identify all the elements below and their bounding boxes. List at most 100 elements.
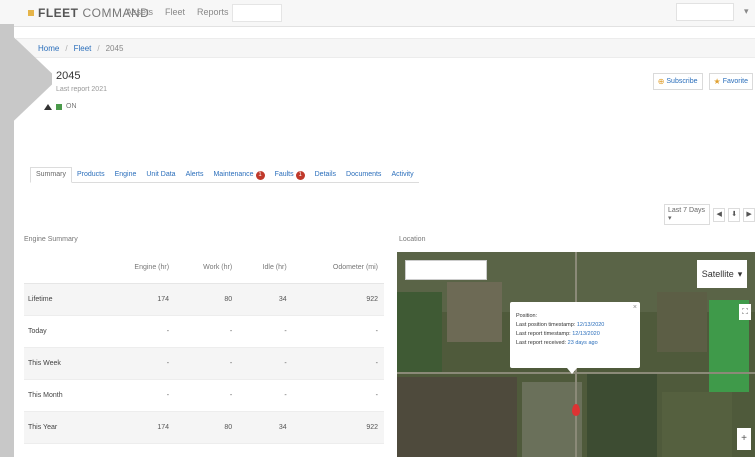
column-header: Idle (hr) <box>238 252 293 284</box>
tab-label: Products <box>76 171 105 178</box>
table-cell: - <box>102 347 176 380</box>
range-select[interactable]: Last 7 Days ▾ <box>664 204 711 225</box>
zoom-in-button[interactable]: + <box>737 428 751 450</box>
engine-summary-table: Engine (hr) Work (hr) Idle (hr) Odometer… <box>24 252 384 444</box>
table-cell: 80 <box>175 411 239 444</box>
table-cell: - <box>175 347 239 380</box>
popup-label: Last report timestamp: <box>516 331 571 337</box>
table-cell: - <box>238 315 293 348</box>
logo-text-bold: FLEET <box>38 6 79 20</box>
row-label: This Week <box>24 347 103 380</box>
close-icon[interactable]: × <box>633 303 637 312</box>
maintenance-badge: 1 <box>255 170 265 180</box>
tab-unit-data[interactable]: Unit Data <box>141 168 180 182</box>
table-cell: - <box>102 315 176 348</box>
nav-item-fleet[interactable]: Fleet <box>165 7 185 17</box>
popup-label: Last report received: <box>516 340 567 346</box>
row-label: Lifetime <box>24 283 103 316</box>
tab-label: Unit Data <box>146 171 176 178</box>
nav-item-reports[interactable]: Reports <box>197 7 229 17</box>
status-text: ON <box>66 103 77 110</box>
breadcrumb: Home / Fleet / 2045 <box>16 38 755 58</box>
column-header: Odometer (mi) <box>292 252 384 284</box>
fullscreen-icon[interactable]: ⛶ <box>739 304 751 320</box>
table-cell: 174 <box>102 283 176 316</box>
map-field <box>522 382 582 457</box>
table-row: This Year 174 80 34 922 <box>24 411 384 444</box>
top-nav: Assets Fleet Reports <box>126 7 229 17</box>
popup-title: Position: <box>516 313 538 319</box>
range-select-value: Last 7 Days <box>668 207 705 214</box>
favorite-label: Favorite <box>722 78 748 85</box>
header-actions: ⊕ Subscribe ★ Favorite <box>652 73 753 90</box>
breadcrumb-separator: / <box>65 43 68 53</box>
top-search-input[interactable] <box>232 4 282 22</box>
tab-faults[interactable]: Faults 1 <box>270 168 310 182</box>
location-map[interactable]: Satellite ▾ ⛶ + × Position: Last positio… <box>397 252 755 457</box>
tab-label: Engine <box>114 171 137 178</box>
prev-range-button[interactable]: ◀ <box>713 207 726 222</box>
user-menu[interactable] <box>676 3 734 21</box>
bell-icon: ⊕ <box>657 77 665 86</box>
table-cell: - <box>292 315 384 348</box>
popup-line: Last report timestamp: 12/13/2020 <box>516 330 634 339</box>
map-field <box>662 392 732 457</box>
row-label: Today <box>24 315 103 348</box>
breadcrumb-current: 2045 <box>105 43 124 53</box>
subscribe-label: Subscribe <box>666 78 698 85</box>
next-range-button[interactable]: ▶ <box>743 207 755 222</box>
table-cell: - <box>292 347 384 380</box>
tab-details[interactable]: Details <box>310 168 341 182</box>
nav-item-assets[interactable]: Assets <box>126 7 153 17</box>
table-cell: 34 <box>238 411 293 444</box>
tab-label: Alerts <box>185 171 204 178</box>
top-bar: FLEET COMMAND Assets Fleet Reports ▾ <box>0 0 755 27</box>
breadcrumb-separator: / <box>97 43 100 53</box>
breadcrumb-home[interactable]: Home <box>38 44 59 53</box>
table-cell: - <box>175 315 239 348</box>
map-field <box>587 372 657 457</box>
table-row: Today - - - - <box>24 315 384 348</box>
tab-label: Details <box>314 171 337 178</box>
tab-label: Maintenance <box>213 171 254 178</box>
map-search-input[interactable] <box>405 260 487 280</box>
table-row: This Month - - - - <box>24 379 384 412</box>
location-pin-icon[interactable] <box>572 404 580 416</box>
asset-title: 2045 <box>56 70 81 82</box>
star-icon: ★ <box>713 77 721 86</box>
table-row: Lifetime 174 80 34 922 <box>24 283 384 316</box>
table-row: This Week - - - - <box>24 347 384 380</box>
popup-label: Last position timestamp: <box>516 322 576 328</box>
tab-label: Documents <box>346 171 382 178</box>
table-cell: 80 <box>175 283 239 316</box>
tab-products[interactable]: Products <box>72 168 110 182</box>
column-header <box>24 252 103 284</box>
map-field <box>447 282 502 342</box>
column-header: Engine (hr) <box>102 252 176 284</box>
tab-engine[interactable]: Engine <box>110 168 142 182</box>
favorite-button[interactable]: ★ Favorite <box>708 73 753 90</box>
tab-alerts[interactable]: Alerts <box>181 168 209 182</box>
table-cell: - <box>238 347 293 380</box>
map-field <box>657 292 707 352</box>
warning-icon <box>44 103 52 110</box>
map-field <box>397 377 517 457</box>
faults-badge: 1 <box>295 170 305 180</box>
row-label: This Month <box>24 379 103 412</box>
table-cell: - <box>292 379 384 412</box>
chevron-down-icon[interactable]: ▾ <box>744 6 749 17</box>
tab-maintenance[interactable]: Maintenance 1 <box>208 168 269 182</box>
table-cell: - <box>175 379 239 412</box>
map-type-select[interactable]: Satellite ▾ <box>697 260 747 288</box>
popup-pointer <box>567 368 577 374</box>
asset-subtitle: Last report 2021 <box>56 86 107 93</box>
popup-value: 12/13/2020 <box>576 322 605 328</box>
subscribe-button[interactable]: ⊕ Subscribe <box>652 73 703 90</box>
tab-activity[interactable]: Activity <box>386 168 418 182</box>
tab-summary[interactable]: Summary <box>30 167 72 183</box>
download-icon[interactable]: ⬇ <box>728 207 741 222</box>
tab-documents[interactable]: Documents <box>341 168 386 182</box>
breadcrumb-fleet[interactable]: Fleet <box>74 44 92 53</box>
logo-mark-icon <box>28 10 34 16</box>
map-info-popup: × Position: Last position timestamp: 12/… <box>510 302 640 368</box>
